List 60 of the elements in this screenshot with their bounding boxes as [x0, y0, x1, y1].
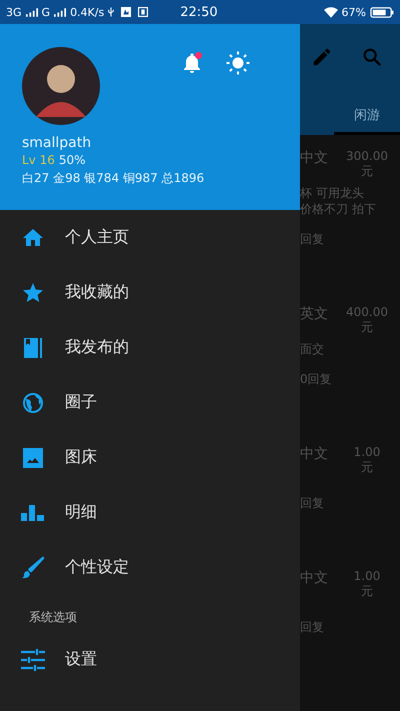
menu-item[interactable]: 设置 [0, 632, 300, 687]
sliders-icon [21, 648, 45, 672]
price-unit: 元 [361, 319, 373, 336]
signal-icon [54, 8, 66, 16]
post-price: 1.00 [354, 569, 380, 583]
menu-item-label: 明细 [65, 502, 97, 523]
menu-item-label: 我收藏的 [65, 282, 129, 303]
post-description: 面交 [300, 341, 325, 357]
tab[interactable]: 闲游 [334, 96, 400, 135]
post-category: 中文 [300, 569, 329, 588]
menu-item[interactable]: 图床 [0, 430, 300, 485]
price-unit: 元 [361, 163, 373, 180]
post-category: 中文 [300, 149, 329, 168]
brush-icon [21, 556, 45, 580]
network-type: G [42, 6, 50, 18]
avatar[interactable] [22, 47, 100, 125]
menu-item-label: 图床 [65, 447, 97, 468]
post-price: 1.00 [354, 445, 380, 459]
post-description: 杯 可用龙头 [300, 185, 365, 201]
reply-count: 回复 [300, 495, 325, 511]
price-unit: 元 [361, 583, 373, 600]
clock: 22:50 [180, 4, 218, 20]
brightness-icon[interactable] [226, 51, 250, 75]
reply-count: 回复 [300, 231, 325, 247]
menu-item[interactable]: 个性设定 [0, 540, 300, 595]
usb-icon [108, 7, 114, 17]
menu-item-label: 个性设定 [65, 557, 129, 578]
signal-icon [26, 8, 38, 16]
post-description: 价格不刀 拍下 [300, 201, 377, 217]
menu-item[interactable]: 圈子 [0, 375, 300, 430]
section-header: 系统选项 [28, 609, 78, 626]
image-icon [21, 446, 45, 470]
username: smallpath [22, 135, 92, 151]
notification-icon [121, 7, 132, 17]
reply-count: 0回复 [300, 371, 333, 387]
post-category: 中文 [300, 445, 329, 464]
price-unit: 元 [361, 459, 373, 476]
user-level: Lv 16 [22, 153, 55, 167]
post-price: 300.00 [346, 149, 388, 163]
reply-count: 回复 [300, 619, 325, 635]
user-stats: 白27 金98 银784 铜987 总1896 [22, 170, 206, 187]
notification-icon [138, 7, 148, 17]
network-type: 3G [6, 6, 22, 18]
menu-item[interactable]: 个人主页 [0, 210, 300, 265]
post-category: 英文 [300, 305, 329, 324]
star-icon [21, 280, 45, 304]
battery-icon [370, 6, 394, 18]
book-icon [21, 336, 45, 360]
wifi-icon [324, 6, 338, 18]
menu-item-label: 设置 [65, 649, 97, 670]
post-price: 400.00 [346, 305, 388, 319]
menu-item-label: 个人主页 [65, 227, 129, 248]
menu-item-label: 我发布的 [65, 337, 129, 358]
menu-item[interactable]: 我发布的 [0, 320, 300, 375]
network-speed: 0.4K/s [70, 6, 104, 18]
menu-item[interactable]: 明细 [0, 485, 300, 540]
menu-item-label: 圈子 [65, 392, 97, 413]
globe-icon [21, 390, 45, 414]
battery-percent: 67% [342, 6, 366, 18]
menu-item[interactable]: 我收藏的 [0, 265, 300, 320]
